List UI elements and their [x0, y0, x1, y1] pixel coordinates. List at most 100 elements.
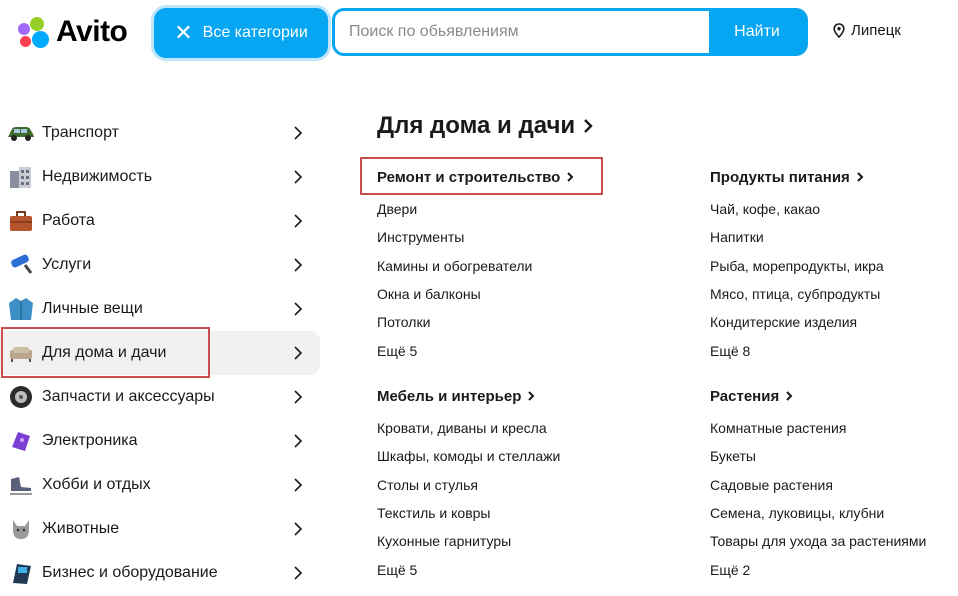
sidebar-item-services[interactable]: Услуги	[0, 243, 320, 287]
sidebar-item-label: Личные вещи	[42, 300, 143, 317]
subcategory-link[interactable]: Букеты	[710, 442, 958, 470]
close-icon: ✕	[174, 20, 193, 45]
subcategory-group: Продукты питания Чай, кофе, какао Напитк…	[710, 166, 958, 365]
sidebar-item-label: Недвижимость	[42, 168, 153, 185]
subcategory-link[interactable]: Потолки	[377, 308, 677, 336]
subcategory-link[interactable]: Двери	[377, 195, 677, 223]
sidebar-item-personal[interactable]: Личные вещи	[0, 287, 320, 331]
page-title: Для дома и дачи	[377, 112, 576, 139]
chevron-right-icon	[294, 126, 303, 140]
location-pin-icon	[833, 23, 845, 38]
subcategory-link[interactable]: Окна и балконы	[377, 280, 677, 308]
subcategory-link[interactable]: Инструменты	[377, 223, 677, 251]
sidebar-item-label: Работа	[42, 212, 95, 229]
category-title-link[interactable]: Для дома и дачи	[377, 112, 593, 140]
chevron-right-icon	[294, 170, 303, 184]
city-label: Липецк	[851, 22, 901, 39]
cat-icon	[6, 516, 36, 542]
all-categories-label: Все категории	[202, 24, 308, 41]
chevron-right-icon	[857, 172, 864, 182]
subcategory-link[interactable]: Мясо, птица, субпродукты	[710, 280, 958, 308]
subcategory-link[interactable]: Кондитерские изделия	[710, 308, 958, 336]
subcategory-link[interactable]: Семена, луковицы, клубни	[710, 499, 958, 527]
subcategory-group: Ремонт и строительство Двери Инструменты…	[377, 166, 677, 365]
chevron-right-icon	[294, 346, 303, 360]
jacket-icon	[6, 296, 36, 322]
logo-text: Avito	[56, 15, 128, 48]
chevron-right-icon	[528, 391, 535, 401]
search-button[interactable]: Найти	[709, 11, 805, 53]
sidebar-item-business[interactable]: Бизнес и оборудование	[0, 551, 320, 595]
more-link[interactable]: Ещё 2	[710, 555, 958, 583]
sidebar-item-home-garden[interactable]: Для дома и дачи	[0, 331, 320, 375]
gamepad-icon	[6, 428, 36, 454]
subcategory-link[interactable]: Шкафы, комоды и стеллажи	[377, 442, 677, 470]
sidebar-item-electronics[interactable]: Электроника	[0, 419, 320, 463]
sidebar-item-realty[interactable]: Недвижимость	[0, 155, 320, 199]
more-link[interactable]: Ещё 8	[710, 336, 958, 364]
group-title: Растения	[710, 387, 780, 405]
subcategory-link[interactable]: Камины и обогреватели	[377, 252, 677, 280]
group-title: Продукты питания	[710, 168, 850, 186]
subcategory-group: Растения Комнатные растения Букеты Садов…	[710, 385, 958, 584]
chevron-right-icon	[786, 391, 793, 401]
sidebar-item-label: Животные	[42, 520, 120, 537]
building-icon	[6, 164, 36, 190]
subcategory-link[interactable]: Товары для ухода за растениями	[710, 527, 958, 555]
group-title-link[interactable]: Мебель и интерьер	[377, 385, 677, 407]
subcategory-link[interactable]: Столы и стулья	[377, 471, 677, 499]
skates-icon	[6, 472, 36, 498]
subcategory-link[interactable]: Чай, кофе, какао	[710, 195, 958, 223]
group-title: Ремонт и строительство	[377, 168, 561, 186]
subcategory-link[interactable]: Комнатные растения	[710, 414, 958, 442]
sidebar-item-label: Хобби и отдых	[42, 476, 151, 493]
search-bar: Найти	[332, 8, 808, 56]
sidebar-item-hobby[interactable]: Хобби и отдых	[0, 463, 320, 507]
sidebar-item-animals[interactable]: Животные	[0, 507, 320, 551]
sofa-icon	[6, 340, 36, 366]
sidebar-item-label: Транспорт	[42, 124, 119, 141]
briefcase-icon	[6, 208, 36, 234]
subcategory-link[interactable]: Напитки	[710, 223, 958, 251]
chevron-right-icon	[294, 258, 303, 272]
category-sidebar: Транспорт Недвижимость Работа Услуги Лич…	[0, 111, 320, 595]
sidebar-item-label: Электроника	[42, 432, 138, 449]
subcategory-link[interactable]: Рыба, морепродукты, икра	[710, 252, 958, 280]
tire-icon	[6, 384, 36, 410]
logo-dots-icon	[16, 15, 50, 49]
subcategory-link[interactable]: Текстиль и ковры	[377, 499, 677, 527]
chevron-right-icon	[294, 434, 303, 448]
sidebar-item-parts[interactable]: Запчасти и аксессуары	[0, 375, 320, 419]
search-input[interactable]	[335, 11, 709, 53]
more-link[interactable]: Ещё 5	[377, 336, 677, 364]
chevron-right-icon	[567, 172, 574, 182]
sidebar-item-label: Запчасти и аксессуары	[42, 388, 215, 405]
group-title-link[interactable]: Растения	[710, 385, 958, 407]
group-title: Мебель и интерьер	[377, 387, 522, 405]
chevron-right-icon	[294, 390, 303, 404]
car-icon	[6, 120, 36, 146]
subcategory-link[interactable]: Кухонные гарнитуры	[377, 527, 677, 555]
subcategory-link[interactable]: Кровати, диваны и кресла	[377, 414, 677, 442]
subcategory-link[interactable]: Садовые растения	[710, 471, 958, 499]
chevron-right-icon	[294, 478, 303, 492]
chevron-right-icon	[294, 522, 303, 536]
group-title-link[interactable]: Ремонт и строительство	[377, 166, 677, 188]
sidebar-item-jobs[interactable]: Работа	[0, 199, 320, 243]
roller-icon	[6, 252, 36, 278]
chevron-right-icon	[294, 566, 303, 580]
chevron-right-icon	[584, 119, 593, 133]
subcategory-group: Мебель и интерьер Кровати, диваны и крес…	[377, 385, 677, 584]
sidebar-item-transport[interactable]: Транспорт	[0, 111, 320, 155]
city-selector[interactable]: Липецк	[833, 22, 901, 39]
all-categories-button[interactable]: ✕ Все категории	[154, 8, 328, 58]
sidebar-item-label: Услуги	[42, 256, 92, 273]
chevron-right-icon	[294, 214, 303, 228]
chevron-right-icon	[294, 302, 303, 316]
sidebar-item-label: Для дома и дачи	[42, 344, 167, 361]
terminal-icon	[6, 560, 36, 586]
sidebar-item-label: Бизнес и оборудование	[42, 564, 218, 581]
group-title-link[interactable]: Продукты питания	[710, 166, 958, 188]
avito-logo[interactable]: Avito	[16, 14, 128, 50]
more-link[interactable]: Ещё 5	[377, 555, 677, 583]
